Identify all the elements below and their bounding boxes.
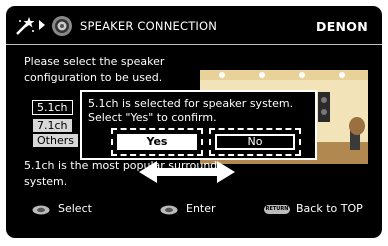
option-5-1ch[interactable]: 5.1ch — [32, 100, 73, 115]
intro-text: Please select the speaker configuration … — [24, 55, 165, 84]
dialog-message-line2: Select "Yes" to confirm. — [88, 111, 217, 124]
wand-icon — [16, 17, 35, 35]
footer-enter-label: Enter — [186, 202, 216, 215]
yes-button[interactable]: Yes — [117, 134, 197, 150]
double-arrow-icon — [139, 161, 235, 183]
no-button-frame: No — [209, 128, 301, 156]
brand-logo: DENON — [316, 19, 368, 34]
return-badge-label: RETURN — [265, 206, 289, 212]
chevron-right-icon — [39, 20, 45, 30]
footer-select-label: Select — [58, 202, 92, 215]
header-divider — [6, 44, 382, 45]
footer-back-label: Back to TOP — [296, 202, 363, 215]
page-title: SPEAKER CONNECTION — [80, 19, 218, 33]
confirm-dialog: 5.1ch is selected for speaker system. Se… — [80, 90, 317, 160]
speaker-setup-icon — [52, 16, 72, 36]
dialog-message-line1: 5.1ch is selected for speaker system. — [88, 97, 294, 110]
enter-button-icon — [160, 205, 178, 215]
return-button-icon: RETURN — [264, 205, 290, 214]
option-7-1ch[interactable]: 7.1ch — [33, 119, 72, 132]
cursor-button-icon — [32, 205, 50, 215]
no-button[interactable]: No — [215, 134, 295, 150]
yes-button-frame: Yes — [111, 128, 203, 156]
setup-screen: SPEAKER CONNECTION DENON Please select t… — [6, 6, 382, 238]
option-others[interactable]: Others — [33, 134, 78, 147]
header-bar: SPEAKER CONNECTION DENON — [6, 6, 382, 44]
